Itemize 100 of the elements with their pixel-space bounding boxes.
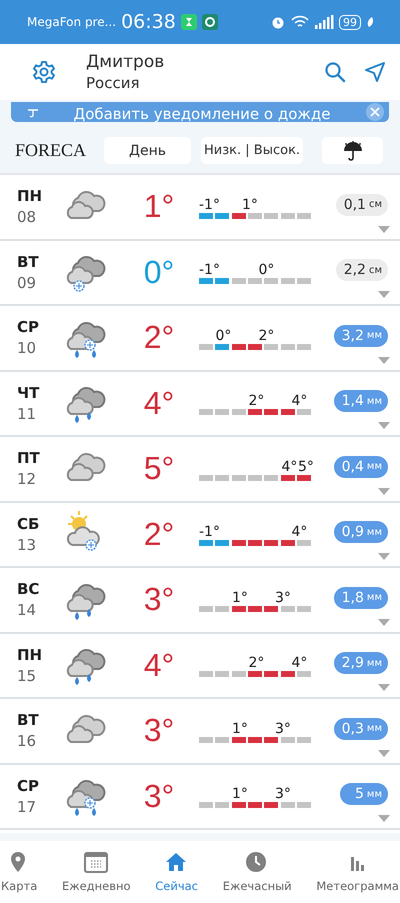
- clock-time: 06:38: [121, 11, 176, 33]
- wifi-icon: [291, 15, 309, 29]
- date: 10: [17, 339, 38, 358]
- weekday: ПТ: [17, 449, 41, 468]
- weekday: ПН: [17, 646, 44, 664]
- precipitation-amount: 0,4 мм: [334, 456, 388, 478]
- high-temperature: 1°: [242, 196, 258, 213]
- day-row[interactable]: ВТ 16 3° 1° 3° 0,3 мм: [0, 699, 400, 764]
- leaf-icon: [366, 16, 374, 28]
- high-temperature: 3°: [275, 720, 291, 737]
- day-row[interactable]: ВТ 09 0° -1° 0° 2,2 см: [0, 240, 400, 306]
- expand-caret-icon[interactable]: [378, 618, 390, 626]
- date: 14: [17, 601, 38, 620]
- settings-icon[interactable]: [32, 60, 56, 84]
- sort-button[interactable]: Низк. | Высок.: [201, 137, 304, 164]
- weekday: ВТ: [17, 252, 40, 271]
- high-temperature: 0°: [258, 262, 274, 278]
- date: 11: [17, 404, 38, 423]
- precipitation-amount: 5 мм: [340, 783, 388, 806]
- weekday: ЧТ: [17, 384, 40, 402]
- high-temperature: 4°: [292, 655, 308, 672]
- date: 15: [17, 666, 38, 685]
- temperature: 3°: [142, 778, 176, 815]
- app-icon: [202, 14, 218, 30]
- precipitation-amount: 2,9 мм: [334, 652, 388, 674]
- carrier-name: MegaFon pre...: [27, 15, 116, 29]
- banner-text: Добавить уведомление о дожде: [72, 104, 332, 122]
- temperature: 5°: [142, 450, 176, 488]
- low-temperature: 1°: [232, 720, 248, 737]
- calendar-icon: [84, 851, 108, 873]
- day-row[interactable]: СР 10 2° 0° 2° 3,2 мм: [0, 306, 400, 372]
- high-temperature: 3°: [275, 786, 291, 802]
- precipitation-amount: 2,2 см: [336, 259, 388, 282]
- signal-icon: [314, 15, 334, 29]
- precipitation-button[interactable]: [322, 137, 383, 164]
- low-temperature: -1°: [199, 262, 220, 278]
- app-icon: [180, 14, 197, 30]
- temperature: 4°: [142, 646, 176, 684]
- high-temperature: 5°: [298, 458, 314, 475]
- expand-caret-icon[interactable]: [378, 684, 390, 691]
- nav-tab[interactable]: Ежедневно: [62, 841, 131, 903]
- temperature: 3°: [142, 712, 176, 750]
- expand-caret-icon[interactable]: [378, 291, 390, 298]
- temperature: 3°: [142, 581, 176, 618]
- temperature: 0°: [142, 254, 176, 291]
- expand-caret-icon[interactable]: [378, 488, 390, 494]
- low-temperature: 0°: [216, 328, 232, 344]
- expand-caret-icon[interactable]: [378, 553, 390, 560]
- search-icon[interactable]: [324, 61, 346, 83]
- temperature: 2°: [142, 319, 176, 356]
- day-row[interactable]: ВС 14 3° 1° 3° 1,8 мм: [0, 568, 400, 634]
- nav-tab[interactable]: Карта: [1, 841, 38, 903]
- expand-caret-icon[interactable]: [378, 750, 390, 756]
- high-temperature: 4°: [292, 524, 308, 540]
- date: 17: [17, 798, 38, 816]
- weekday: СБ: [17, 514, 40, 533]
- battery-level: 99: [339, 14, 361, 30]
- date: 13: [17, 536, 38, 554]
- low-temperature: 1°: [232, 786, 248, 802]
- day-row[interactable]: ПН 08 1° -1° 1° 0,1 см: [0, 175, 400, 240]
- country-name: Россия: [86, 74, 140, 92]
- low-temperature: -1°: [199, 196, 220, 213]
- precipitation-amount: 0,9 мм: [334, 521, 388, 544]
- precipitation-amount: 0,1 см: [336, 194, 388, 216]
- high-temperature: 3°: [275, 590, 291, 606]
- low-temperature: 2°: [248, 393, 264, 410]
- day-row[interactable]: СБ 13 2° -1° 4° 0,9 мм: [0, 502, 400, 568]
- day-row[interactable]: ПТ 12 5° 4°5° 0,4 мм: [0, 437, 400, 502]
- low-temperature: 1°: [232, 590, 248, 606]
- precipitation-amount: 0,3 мм: [334, 718, 388, 740]
- weekday: ВС: [17, 580, 40, 598]
- expand-caret-icon[interactable]: [378, 356, 390, 364]
- weekday: СР: [17, 318, 40, 336]
- temperature: 1°: [142, 188, 176, 226]
- expand-caret-icon[interactable]: [378, 226, 390, 232]
- temperature: 2°: [142, 516, 176, 553]
- weekday: ВТ: [17, 711, 40, 730]
- nav-tab[interactable]: Метеограмма: [316, 841, 399, 903]
- day-row[interactable]: ПН 15 4° 2° 4° 2,9 мм: [0, 634, 400, 699]
- precipitation-amount: 1,8 мм: [334, 586, 388, 609]
- low-temperature: -1°: [199, 524, 220, 540]
- expand-caret-icon[interactable]: [378, 815, 390, 822]
- weekday: ПН: [17, 187, 44, 206]
- day-row[interactable]: СР 17 3° 1° 3° 5 мм: [0, 764, 400, 830]
- brand-logo: FORECA: [15, 140, 86, 161]
- temperature: 4°: [142, 384, 176, 422]
- low-temperature: 4°: [282, 458, 298, 475]
- sort-button[interactable]: День: [104, 137, 192, 164]
- day-row[interactable]: ЧТ 11 4° 2° 4° 1,4 мм: [0, 372, 400, 437]
- high-temperature: 4°: [292, 393, 308, 410]
- precipitation-amount: 1,4 мм: [334, 390, 388, 412]
- close-icon[interactable]: [365, 103, 385, 121]
- date: 09: [17, 274, 38, 292]
- nav-tab[interactable]: Сейчас: [155, 841, 198, 903]
- city-name: Дмитров: [86, 52, 166, 72]
- high-temperature: 2°: [258, 328, 274, 344]
- navigation-arrow-icon[interactable]: [364, 61, 386, 83]
- expand-caret-icon[interactable]: [378, 422, 390, 429]
- nav-tab[interactable]: Ежечасный: [222, 841, 292, 903]
- precipitation-amount: 3,2 мм: [334, 324, 388, 347]
